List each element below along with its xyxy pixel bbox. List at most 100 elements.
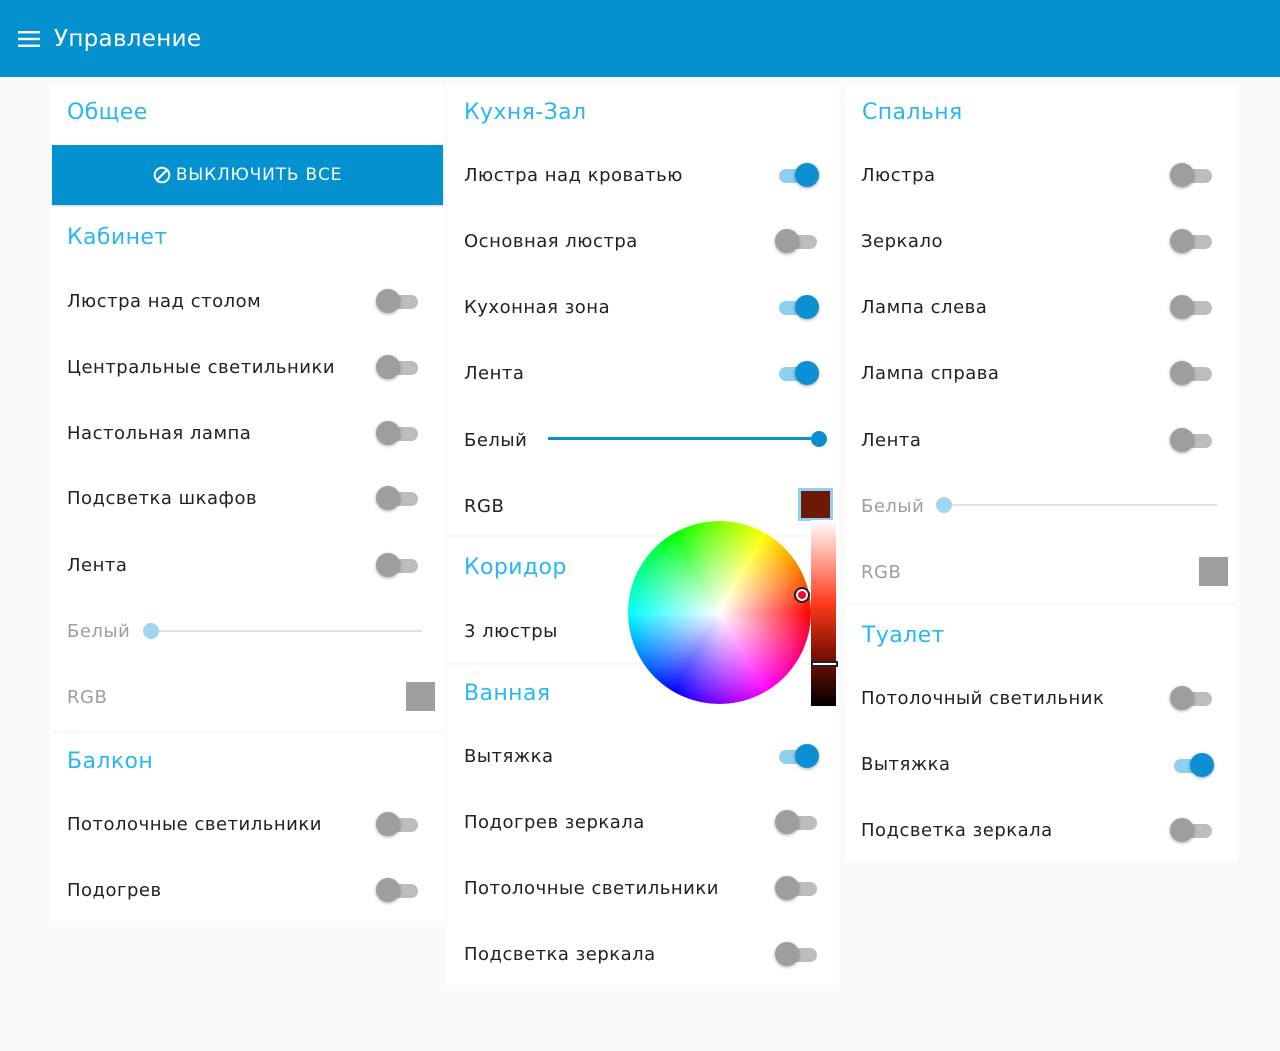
device-label: Настольная лампа (67, 422, 252, 444)
device-label: Лента (464, 362, 525, 384)
color-wheel[interactable] (628, 521, 811, 704)
device-row: Люстра (861, 155, 1161, 195)
white-label: Белый (67, 620, 131, 642)
rgb-label: RGB (464, 495, 505, 517)
toggle-switch[interactable] (376, 811, 420, 837)
rgb-color-swatch[interactable] (1199, 557, 1228, 586)
device-row: Лента (861, 420, 1161, 460)
toggle-switch[interactable] (1170, 162, 1214, 188)
toggle-switch[interactable] (376, 877, 420, 903)
white-level-row: Белый (464, 420, 544, 460)
device-row: Люстра над столом (67, 281, 427, 321)
device-label: Лампа слева (861, 296, 988, 318)
toggle-switch[interactable] (775, 743, 819, 769)
menu-button[interactable] (0, 0, 60, 77)
device-label: Потолочный светильник (861, 687, 1105, 709)
section-title-general: Общее (67, 100, 148, 125)
device-row: Люстра над кроватью (464, 155, 764, 195)
section-title-corridor: Коридор (464, 555, 567, 580)
device-label: Подогрев (67, 879, 162, 901)
device-label: Люстра (861, 164, 936, 186)
toggle-switch[interactable] (775, 294, 819, 320)
color-wheel-marker[interactable] (794, 587, 810, 603)
device-row: Основная люстра (464, 221, 764, 261)
device-label: Лента (67, 554, 128, 576)
device-label: Вытяжка (861, 753, 951, 775)
rgb-row: RGB (67, 677, 147, 717)
device-row: Подогрев зеркала (464, 802, 764, 842)
section-title-balcony: Балкон (67, 749, 154, 774)
device-row: 3 люстры (464, 611, 624, 651)
white-level-row: Белый (861, 486, 941, 526)
toggle-switch[interactable] (1170, 427, 1214, 453)
white-level-slider[interactable] (548, 429, 827, 449)
brightness-slider-marker[interactable] (811, 661, 838, 667)
toggle-switch[interactable] (1170, 228, 1214, 254)
rgb-color-swatch[interactable] (406, 682, 435, 711)
toggle-switch[interactable] (376, 288, 420, 314)
white-level-row: Белый (67, 611, 147, 651)
toggle-switch[interactable] (1170, 752, 1214, 778)
device-label: Кухонная зона (464, 296, 611, 318)
device-row: Кухонная зона (464, 287, 764, 327)
device-row: Настольная лампа (67, 413, 427, 453)
toggle-switch[interactable] (775, 809, 819, 835)
device-label: Лента (861, 429, 922, 451)
brightness-slider[interactable] (811, 520, 836, 706)
white-label: Белый (861, 495, 925, 517)
toggle-switch[interactable] (775, 228, 819, 254)
device-row: Потолочные светильники (464, 868, 764, 908)
device-row: Центральные светильники (67, 347, 427, 387)
turn-off-all-button[interactable]: ВЫКЛЮЧИТЬ ВСЕ (52, 145, 443, 205)
toggle-switch[interactable] (775, 941, 819, 967)
app-bar: Управление (0, 0, 1280, 77)
toggle-switch[interactable] (376, 485, 420, 511)
toggle-switch[interactable] (775, 875, 819, 901)
device-row: Вытяжка (464, 736, 764, 776)
rgb-label: RGB (861, 561, 902, 583)
device-label: Зеркало (861, 230, 943, 252)
device-label: Потолочные светильники (464, 877, 719, 899)
toggle-switch[interactable] (376, 420, 420, 446)
device-label: Подсветка зеркала (464, 943, 656, 965)
toggle-switch[interactable] (376, 552, 420, 578)
device-label: Основная люстра (464, 230, 638, 252)
color-picker-popup (624, 520, 839, 708)
device-label: Подсветка шкафов (67, 487, 258, 509)
block-icon (153, 166, 171, 184)
device-label: Лампа справа (861, 362, 1000, 384)
device-label: 3 люстры (464, 620, 558, 642)
section-title-bath: Ванная (464, 681, 551, 706)
device-label: Подогрев зеркала (464, 811, 645, 833)
device-row: Подогрев (67, 870, 427, 910)
device-label: Люстра над столом (67, 290, 262, 312)
device-row: Вытяжка (861, 744, 1161, 784)
toggle-switch[interactable] (775, 360, 819, 386)
device-label: Подсветка зеркала (861, 819, 1053, 841)
rgb-label: RGB (67, 686, 108, 708)
page-title: Управление (54, 25, 202, 52)
device-row: Потолочные светильники (67, 804, 427, 844)
device-label: Потолочные светильники (67, 813, 322, 835)
white-level-slider[interactable] (143, 621, 422, 641)
toggle-switch[interactable] (1170, 294, 1214, 320)
turn-off-all-label: ВЫКЛЮЧИТЬ ВСЕ (175, 165, 343, 185)
device-label: Люстра над кроватью (464, 164, 683, 186)
device-row: Лампа справа (861, 353, 1161, 393)
device-row: Лампа слева (861, 287, 1161, 327)
toggle-switch[interactable] (1170, 817, 1214, 843)
rgb-row: RGB (464, 486, 544, 526)
toggle-switch[interactable] (1170, 685, 1214, 711)
device-row: Лента (67, 545, 427, 585)
rgb-color-swatch[interactable] (798, 488, 833, 521)
white-level-slider[interactable] (936, 495, 1217, 515)
device-row: Зеркало (861, 221, 1161, 261)
toggle-switch[interactable] (1170, 360, 1214, 386)
device-row: Подсветка зеркала (464, 934, 764, 974)
device-row: Лента (464, 353, 764, 393)
rgb-row: RGB (861, 552, 941, 592)
toggle-switch[interactable] (775, 162, 819, 188)
section-title-kitchen: Кухня-Зал (464, 100, 587, 125)
toggle-switch[interactable] (376, 354, 420, 380)
device-row: Подсветка шкафов (67, 478, 427, 518)
